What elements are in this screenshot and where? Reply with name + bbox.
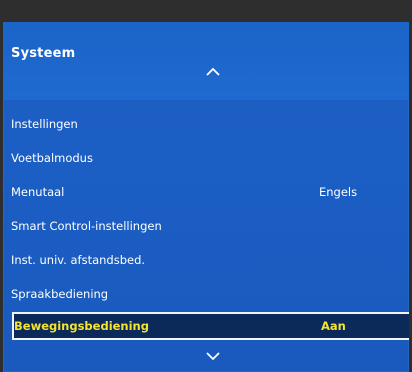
panel-title: Systeem [11,46,76,61]
menu-item-label: Smart Control-instellingen [11,219,162,233]
menu-item-smart-control[interactable]: Smart Control-instellingen [3,212,409,242]
menu-item-label: Spraakbediening [11,287,109,301]
menu-item-instellingen[interactable]: Instellingen [3,110,409,140]
chevron-down-icon[interactable] [205,351,221,361]
menu-item-bewegingsbediening[interactable]: Bewegingsbediening Aan [12,312,409,340]
panel-header: Systeem [3,22,409,100]
menu-item-label: Instellingen [11,117,78,131]
menu-item-label: Voetbalmodus [11,151,93,165]
chevron-up-icon[interactable] [205,67,221,77]
menu-item-menutaal[interactable]: Menutaal Engels [3,178,409,208]
menu-item-label: Menutaal [11,185,65,199]
menu-item-label: Bewegingsbediening [14,319,149,333]
tv-screen: Systeem Instellingen Voetbalmodus Menuta… [0,0,412,372]
menu-item-value: Aan [321,319,346,333]
menu-item-spraakbediening[interactable]: Spraakbediening [3,280,409,310]
system-menu-panel: Systeem Instellingen Voetbalmodus Menuta… [3,22,409,372]
menu-item-univ-remote[interactable]: Inst. univ. afstandsbed. [3,246,409,276]
menu-item-voetbalmodus[interactable]: Voetbalmodus [3,144,409,174]
menu-item-value: Engels [319,185,358,199]
menu-item-label: Inst. univ. afstandsbed. [11,253,146,267]
